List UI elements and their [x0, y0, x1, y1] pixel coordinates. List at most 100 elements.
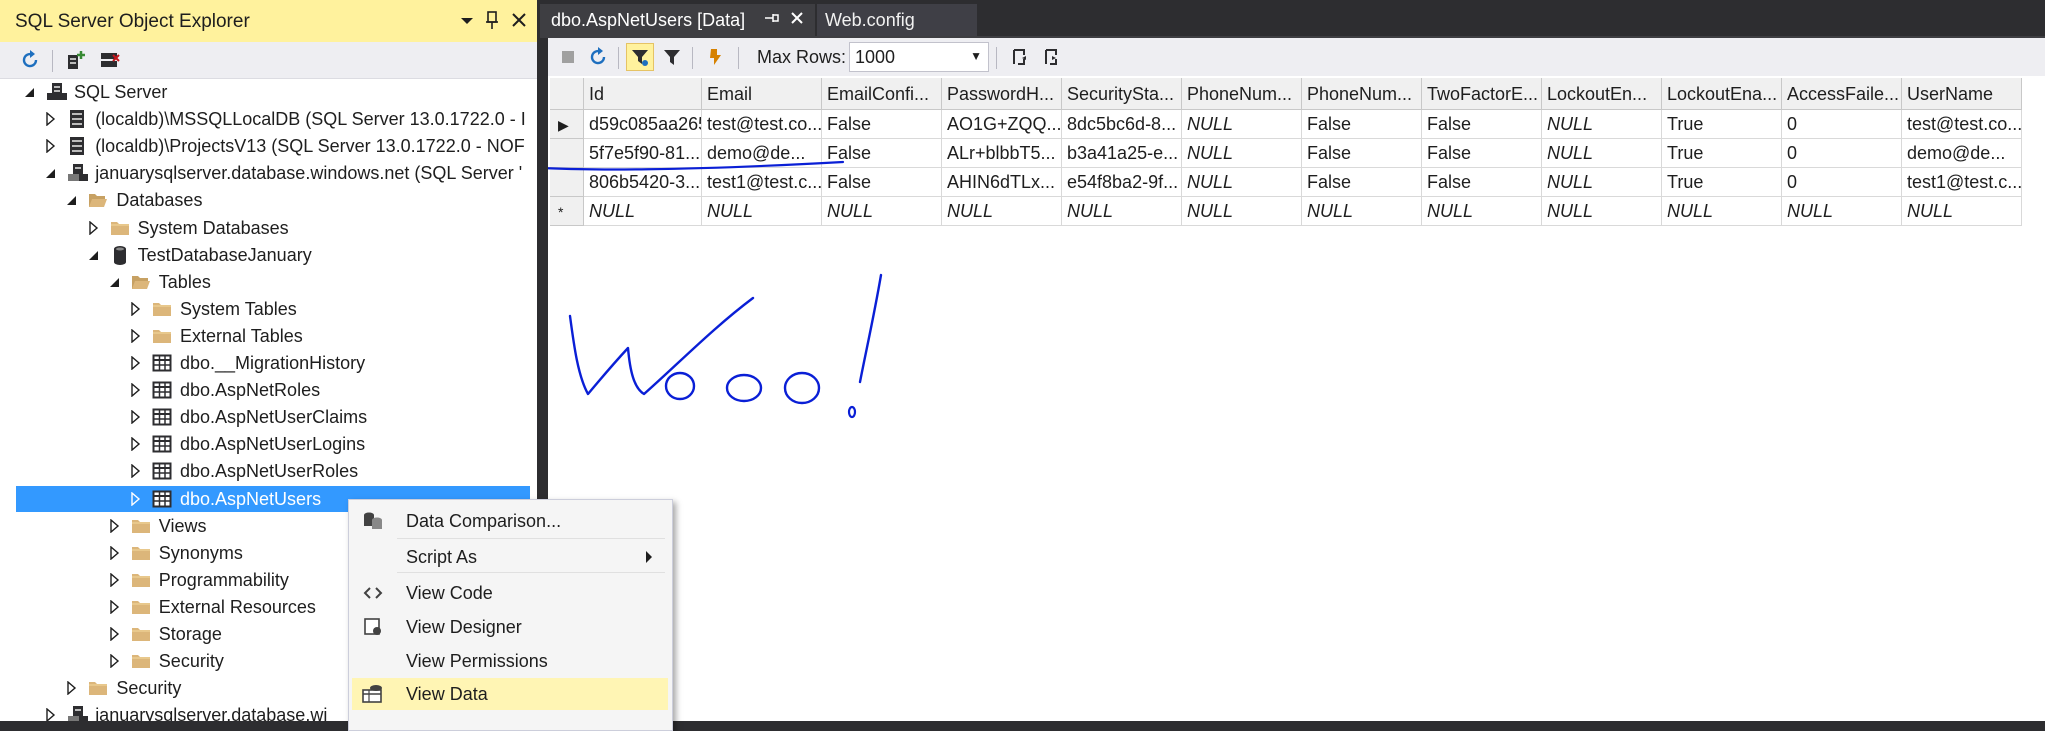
- grid-cell[interactable]: NULL: [1182, 197, 1302, 226]
- collapsed-arrow-icon[interactable]: [88, 220, 100, 238]
- tree-item[interactable]: (localdb)\ProjectsV13 (SQL Server 13.0.1…: [16, 133, 530, 159]
- tab-web-config[interactable]: Web.config: [817, 4, 977, 36]
- grid-cell[interactable]: AHIN6dTLx...: [942, 168, 1062, 197]
- grid-cell[interactable]: 0: [1782, 139, 1902, 168]
- grid-cell[interactable]: ALr+blbbT5...: [942, 139, 1062, 168]
- expanded-arrow-icon[interactable]: [109, 275, 121, 292]
- column-header[interactable]: Id: [584, 78, 702, 110]
- collapsed-arrow-icon[interactable]: [109, 599, 121, 617]
- grid-cell[interactable]: test@test.co...: [702, 110, 822, 139]
- grid-cell[interactable]: NULL: [1182, 168, 1302, 197]
- collapsed-arrow-icon[interactable]: [130, 355, 142, 373]
- max-rows-combobox[interactable]: 1000 ▼: [849, 42, 989, 72]
- menu-item[interactable]: View Designer: [352, 611, 668, 643]
- expanded-arrow-icon[interactable]: [45, 166, 57, 183]
- grid-cell[interactable]: NULL: [1542, 197, 1662, 226]
- grid-cell[interactable]: NULL: [1422, 197, 1542, 226]
- grid-cell[interactable]: 0: [1782, 110, 1902, 139]
- grid-cell[interactable]: NULL: [942, 197, 1062, 226]
- menu-item[interactable]: View Code: [352, 577, 668, 609]
- grid-cell[interactable]: NULL: [1182, 139, 1302, 168]
- tree-item[interactable]: dbo.__MigrationHistory: [16, 350, 530, 376]
- collapsed-arrow-icon[interactable]: [130, 382, 142, 400]
- grid-cell[interactable]: demo@de...: [702, 139, 822, 168]
- grid-cell[interactable]: False: [1422, 168, 1542, 197]
- grid-cell[interactable]: NULL: [584, 197, 702, 226]
- collapsed-arrow-icon[interactable]: [130, 328, 142, 346]
- tree-item[interactable]: System Tables: [16, 296, 530, 322]
- grid-cell[interactable]: demo@de...: [1902, 139, 2022, 168]
- grid-cell[interactable]: e54f8ba2-9f...: [1062, 168, 1182, 197]
- collapsed-arrow-icon[interactable]: [45, 111, 57, 129]
- column-header[interactable]: UserName: [1902, 78, 2022, 110]
- collapsed-arrow-icon[interactable]: [45, 138, 57, 156]
- script-to-window-icon[interactable]: [1038, 43, 1066, 71]
- column-header[interactable]: AccessFaile...: [1782, 78, 1902, 110]
- chevron-down-icon[interactable]: ▼: [970, 49, 982, 63]
- grid-cell[interactable]: NULL: [1302, 197, 1422, 226]
- tree-item[interactable]: SQL Server: [16, 79, 530, 105]
- expanded-arrow-icon[interactable]: [24, 85, 36, 102]
- grid-cell[interactable]: NULL: [1542, 139, 1662, 168]
- column-header[interactable]: LockoutEna...: [1662, 78, 1782, 110]
- grid-cell[interactable]: NULL: [1902, 197, 2022, 226]
- grid-cell[interactable]: NULL: [1542, 110, 1662, 139]
- dropdown-menu-icon[interactable]: [460, 8, 474, 39]
- tree-item[interactable]: dbo.AspNetUserLogins: [16, 431, 530, 457]
- collapsed-arrow-icon[interactable]: [130, 463, 142, 481]
- column-header[interactable]: PhoneNum...: [1302, 78, 1422, 110]
- grid-cell[interactable]: NULL: [1062, 197, 1182, 226]
- column-header[interactable]: TwoFactorE...: [1422, 78, 1542, 110]
- grid-cell[interactable]: 5f7e5f90-81...: [584, 139, 702, 168]
- add-server-icon[interactable]: [62, 46, 90, 74]
- column-header[interactable]: SecuritySta...: [1062, 78, 1182, 110]
- grid-cell[interactable]: 8dc5bc6d-8...: [1062, 110, 1182, 139]
- grid-cell[interactable]: True: [1662, 168, 1782, 197]
- tab-aspnetusers-data[interactable]: dbo.AspNetUsers [Data]: [540, 4, 815, 36]
- grid-corner-cell[interactable]: [550, 78, 584, 110]
- script-to-file-icon[interactable]: [1006, 43, 1034, 71]
- expanded-arrow-icon[interactable]: [66, 193, 78, 210]
- grid-cell[interactable]: NULL: [1782, 197, 1902, 226]
- tree-item[interactable]: dbo.AspNetUserClaims: [16, 404, 530, 430]
- row-selector[interactable]: ▶: [550, 110, 584, 139]
- column-header[interactable]: LockoutEn...: [1542, 78, 1662, 110]
- close-tab-icon[interactable]: [789, 10, 805, 31]
- grid-cell[interactable]: False: [1302, 139, 1422, 168]
- row-selector[interactable]: *: [550, 197, 584, 226]
- pin-icon[interactable]: [763, 10, 779, 31]
- menu-item[interactable]: Script As: [352, 541, 668, 573]
- tree-item[interactable]: Databases: [16, 187, 530, 213]
- collapsed-arrow-icon[interactable]: [109, 653, 121, 671]
- tree-item[interactable]: Tables: [16, 269, 530, 295]
- collapsed-arrow-icon[interactable]: [130, 491, 142, 509]
- tree-item[interactable]: januarysqlserver.database.windows.net (S…: [16, 160, 530, 186]
- collapsed-arrow-icon[interactable]: [130, 436, 142, 454]
- grid-cell[interactable]: NULL: [822, 197, 942, 226]
- menu-item[interactable]: View Data: [352, 678, 668, 710]
- grid-cell[interactable]: 806b5420-3...: [584, 168, 702, 197]
- grid-cell[interactable]: False: [1302, 110, 1422, 139]
- collapsed-arrow-icon[interactable]: [109, 572, 121, 590]
- grid-cell[interactable]: False: [822, 139, 942, 168]
- column-header[interactable]: Email: [702, 78, 822, 110]
- grid-cell[interactable]: d59c085aa265: [584, 110, 702, 139]
- disconnect-icon[interactable]: [96, 46, 124, 74]
- collapsed-arrow-icon[interactable]: [66, 680, 78, 698]
- grid-cell[interactable]: b3a41a25-e...: [1062, 139, 1182, 168]
- expanded-arrow-icon[interactable]: [88, 248, 100, 265]
- tree-item[interactable]: dbo.AspNetUserRoles: [16, 458, 530, 484]
- grid-cell[interactable]: NULL: [702, 197, 822, 226]
- grid-cell[interactable]: NULL: [1662, 197, 1782, 226]
- grid-cell[interactable]: False: [822, 110, 942, 139]
- grid-cell[interactable]: True: [1662, 110, 1782, 139]
- tree-item[interactable]: TestDatabaseJanuary: [16, 242, 530, 268]
- grid-cell[interactable]: False: [1422, 110, 1542, 139]
- tree-item[interactable]: System Databases: [16, 215, 530, 241]
- grid-cell[interactable]: NULL: [1542, 168, 1662, 197]
- script-icon[interactable]: [702, 43, 730, 71]
- close-icon[interactable]: [510, 8, 528, 39]
- grid-cell[interactable]: AO1G+ZQQ...: [942, 110, 1062, 139]
- column-header[interactable]: EmailConfi...: [822, 78, 942, 110]
- refresh-icon[interactable]: [16, 46, 44, 74]
